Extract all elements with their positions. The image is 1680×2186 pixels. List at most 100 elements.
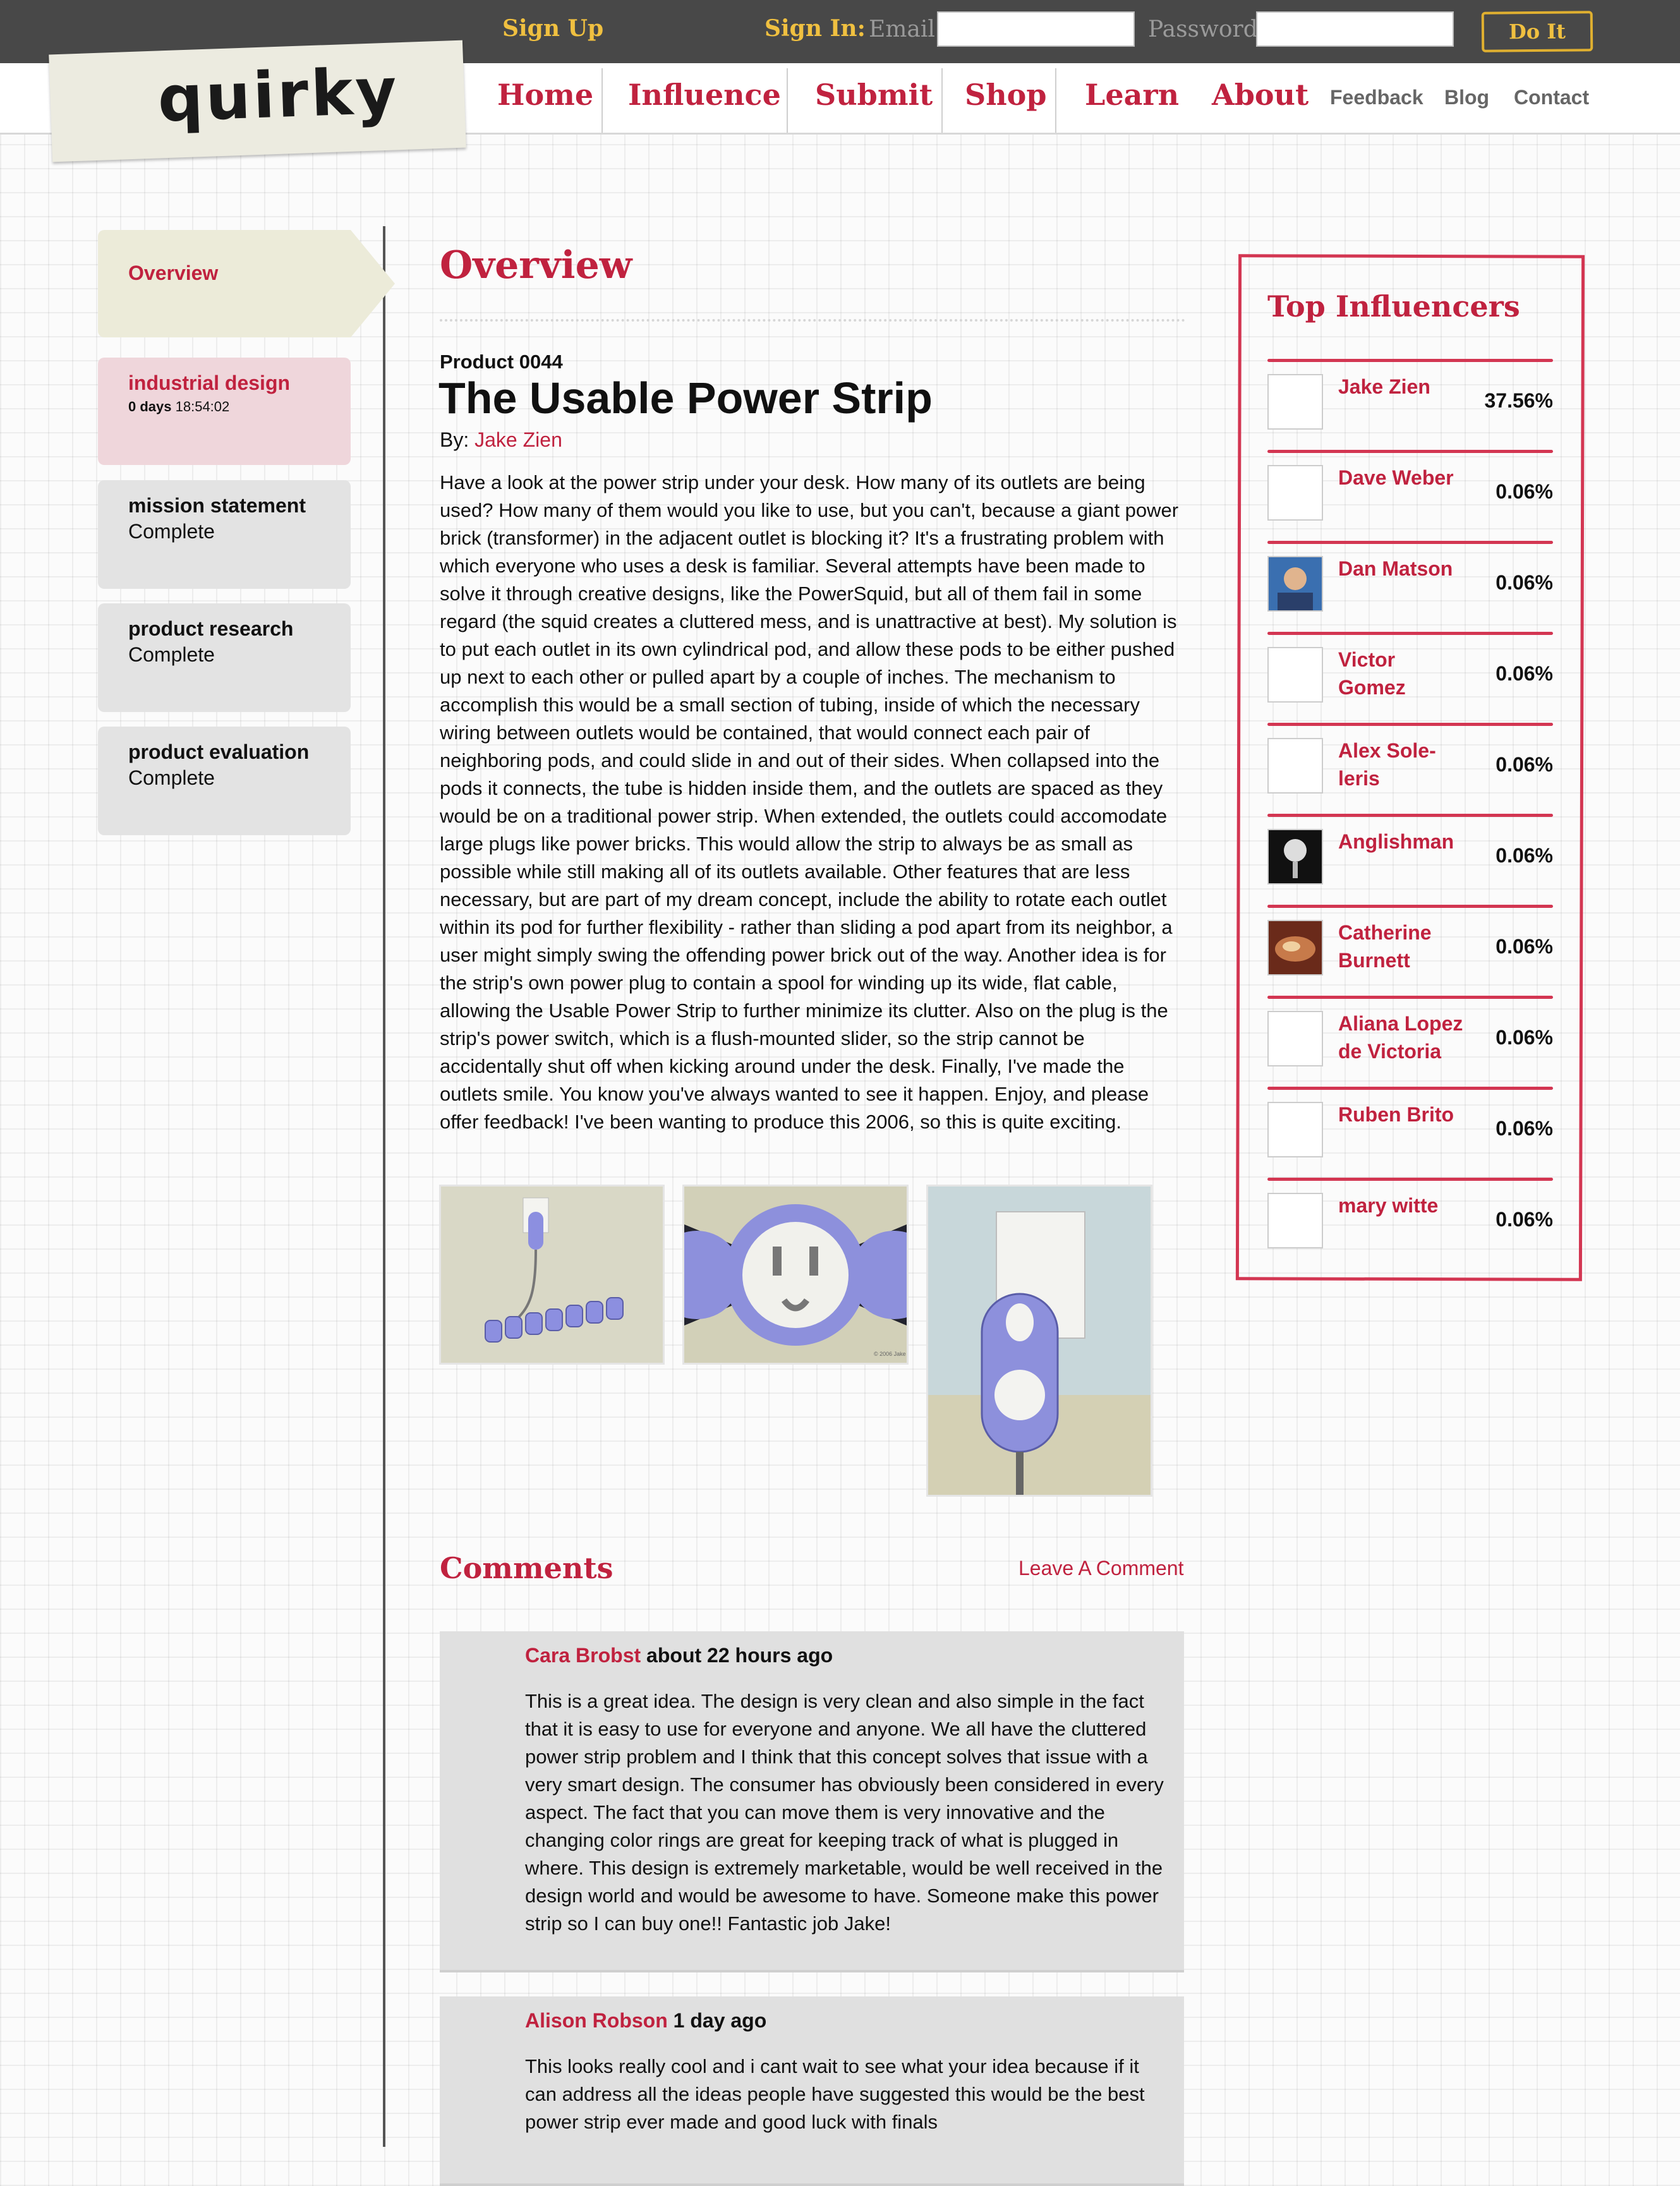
password-field[interactable] — [1256, 11, 1454, 47]
sidebar-tab-product-research[interactable]: product research Complete — [98, 603, 351, 712]
nav-home[interactable]: Home — [497, 78, 593, 112]
sidebar-tab-overview[interactable]: Overview — [98, 230, 395, 337]
top-influencers-title: Top Influencers — [1267, 289, 1520, 323]
email-field[interactable] — [937, 11, 1135, 47]
nav-contact[interactable]: Contact — [1514, 86, 1589, 109]
quirky-logo[interactable]: quirky — [49, 40, 466, 162]
nav-shop[interactable]: Shop — [965, 78, 1047, 112]
sidebar-tab-status: Complete — [128, 766, 215, 789]
row-divider — [1267, 450, 1553, 453]
sidebar-tab-label: product research — [128, 617, 294, 640]
influence-percent: 0.06% — [1496, 662, 1553, 685]
avatar[interactable] — [1267, 1102, 1323, 1157]
leave-comment-link[interactable]: Leave A Comment — [1018, 1557, 1183, 1580]
influencer-row: Alex Sole-leris 0.06% — [1267, 723, 1553, 823]
influencer-row: Dave Weber 0.06% — [1267, 450, 1553, 550]
influencer-row: Dan Matson 0.06% — [1267, 541, 1553, 641]
influence-percent: 0.06% — [1496, 1026, 1553, 1049]
row-divider — [1267, 814, 1553, 817]
product-image-strip[interactable] — [439, 1185, 665, 1365]
influencer-row: Aliana Lopez de Victoria 0.06% — [1267, 996, 1553, 1096]
influence-percent: 0.06% — [1496, 1117, 1553, 1140]
influencer-name-link[interactable]: Alex Sole-leris — [1338, 737, 1465, 792]
product-number: Product 0044 — [440, 351, 563, 373]
dotted-divider — [440, 319, 1185, 322]
sidebar-tab-status: Complete — [128, 643, 215, 666]
time-remaining: 18:54:02 — [175, 399, 230, 414]
page-title: Overview — [440, 243, 632, 287]
nav-influence[interactable]: Influence — [628, 78, 781, 112]
influencer-name-link[interactable]: Aliana Lopez de Victoria — [1338, 1010, 1465, 1065]
influencer-row: Ruben Brito 0.06% — [1267, 1087, 1553, 1187]
product-title: The Usable Power Strip — [438, 373, 933, 423]
comment-time: about 22 hours ago — [646, 1644, 833, 1667]
avatar[interactable] — [1267, 374, 1323, 430]
comment-item: Cara Brobst about 22 hours ago This is a… — [440, 1631, 1184, 1972]
sidebar-tab-mission-statement[interactable]: mission statement Complete — [98, 480, 351, 589]
influencer-name-link[interactable]: Jake Zien — [1338, 373, 1465, 401]
nav-divider — [787, 68, 788, 133]
comment-time: 1 day ago — [673, 2009, 767, 2032]
product-image-plug[interactable] — [926, 1185, 1152, 1497]
influence-percent: 0.06% — [1496, 753, 1553, 776]
comment-author-link[interactable]: Cara Brobst — [525, 1644, 641, 1667]
product-byline: By: Jake Zien — [440, 428, 562, 452]
influencer-row: Victor Gomez 0.06% — [1267, 632, 1553, 732]
influence-percent: 0.06% — [1496, 571, 1553, 594]
comment-item: Alison Robson 1 day ago This looks reall… — [440, 1996, 1184, 2186]
nav-divider — [1055, 68, 1056, 133]
comment-body: This is a great idea. The design is very… — [525, 1690, 1164, 1935]
row-divider — [1267, 541, 1553, 544]
row-divider — [1267, 1087, 1553, 1090]
influence-percent: 0.06% — [1496, 1208, 1553, 1231]
avatar[interactable] — [1267, 829, 1323, 885]
sign-up-link[interactable]: Sign Up — [502, 15, 603, 42]
nav-blog[interactable]: Blog — [1444, 86, 1489, 109]
nav-feedback[interactable]: Feedback — [1330, 86, 1423, 109]
influencer-name-link[interactable]: Dan Matson — [1338, 555, 1465, 583]
row-divider — [1267, 905, 1553, 908]
influencer-row: Catherine Burnett 0.06% — [1267, 905, 1553, 1005]
avatar[interactable] — [1267, 738, 1323, 794]
avatar[interactable] — [1267, 556, 1323, 612]
influencer-name-link[interactable]: mary witte — [1338, 1192, 1465, 1219]
avatar[interactable] — [1267, 1193, 1323, 1248]
nav-divider — [941, 68, 943, 133]
sidebar-tab-industrial-design[interactable]: industrial design 0 days 18:54:02 — [98, 358, 351, 465]
sidebar-tab-product-evaluation[interactable]: product evaluation Complete — [98, 727, 351, 835]
avatar[interactable] — [1267, 920, 1323, 975]
author-link[interactable]: Jake Zien — [474, 428, 562, 451]
countdown-timer: 0 days 18:54:02 — [128, 399, 320, 415]
influence-percent: 37.56% — [1484, 389, 1553, 412]
image-caption: © 2006 Jake Zien — [874, 1351, 907, 1357]
nav-learn[interactable]: Learn — [1085, 78, 1179, 112]
influence-percent: 0.06% — [1496, 844, 1553, 867]
avatar[interactable] — [1267, 465, 1323, 521]
comment-body: This looks really cool and i cant wait t… — [525, 2055, 1145, 2133]
by-label: By: — [440, 428, 469, 451]
influencer-name-link[interactable]: Anglishman — [1338, 828, 1465, 855]
product-image-outlet[interactable]: © 2006 Jake Zien — [682, 1185, 909, 1365]
product-description: Have a look at the power strip under you… — [440, 471, 1179, 1133]
sidebar-tab-label: mission statement — [128, 494, 306, 517]
influencer-name-link[interactable]: Victor Gomez — [1338, 646, 1465, 701]
influencer-name-link[interactable]: Catherine Burnett — [1338, 919, 1465, 974]
influencer-name-link[interactable]: Ruben Brito — [1338, 1101, 1465, 1128]
influencer-name-link[interactable]: Dave Weber — [1338, 464, 1465, 492]
sidebar-tab-label: Overview — [128, 262, 219, 284]
nav-about[interactable]: About — [1212, 78, 1308, 112]
nav-submit[interactable]: Submit — [815, 78, 933, 112]
sidebar-tab-status: Complete — [128, 520, 215, 543]
avatar[interactable] — [1267, 647, 1323, 703]
sign-in-label: Sign In: — [764, 15, 866, 42]
comment-author-link[interactable]: Alison Robson — [525, 2009, 668, 2032]
influencer-row: Jake Zien 37.56% — [1267, 359, 1553, 459]
sign-in-submit-button[interactable]: Do It — [1481, 11, 1593, 52]
influence-percent: 0.06% — [1496, 480, 1553, 503]
sidebar-tab-label: product evaluation — [128, 740, 310, 763]
avatar[interactable] — [1267, 1011, 1323, 1066]
sidebar-divider — [383, 226, 385, 2147]
row-divider — [1267, 996, 1553, 999]
row-divider — [1267, 359, 1553, 362]
comment-header: Cara Brobst about 22 hours ago — [525, 1644, 1165, 1667]
